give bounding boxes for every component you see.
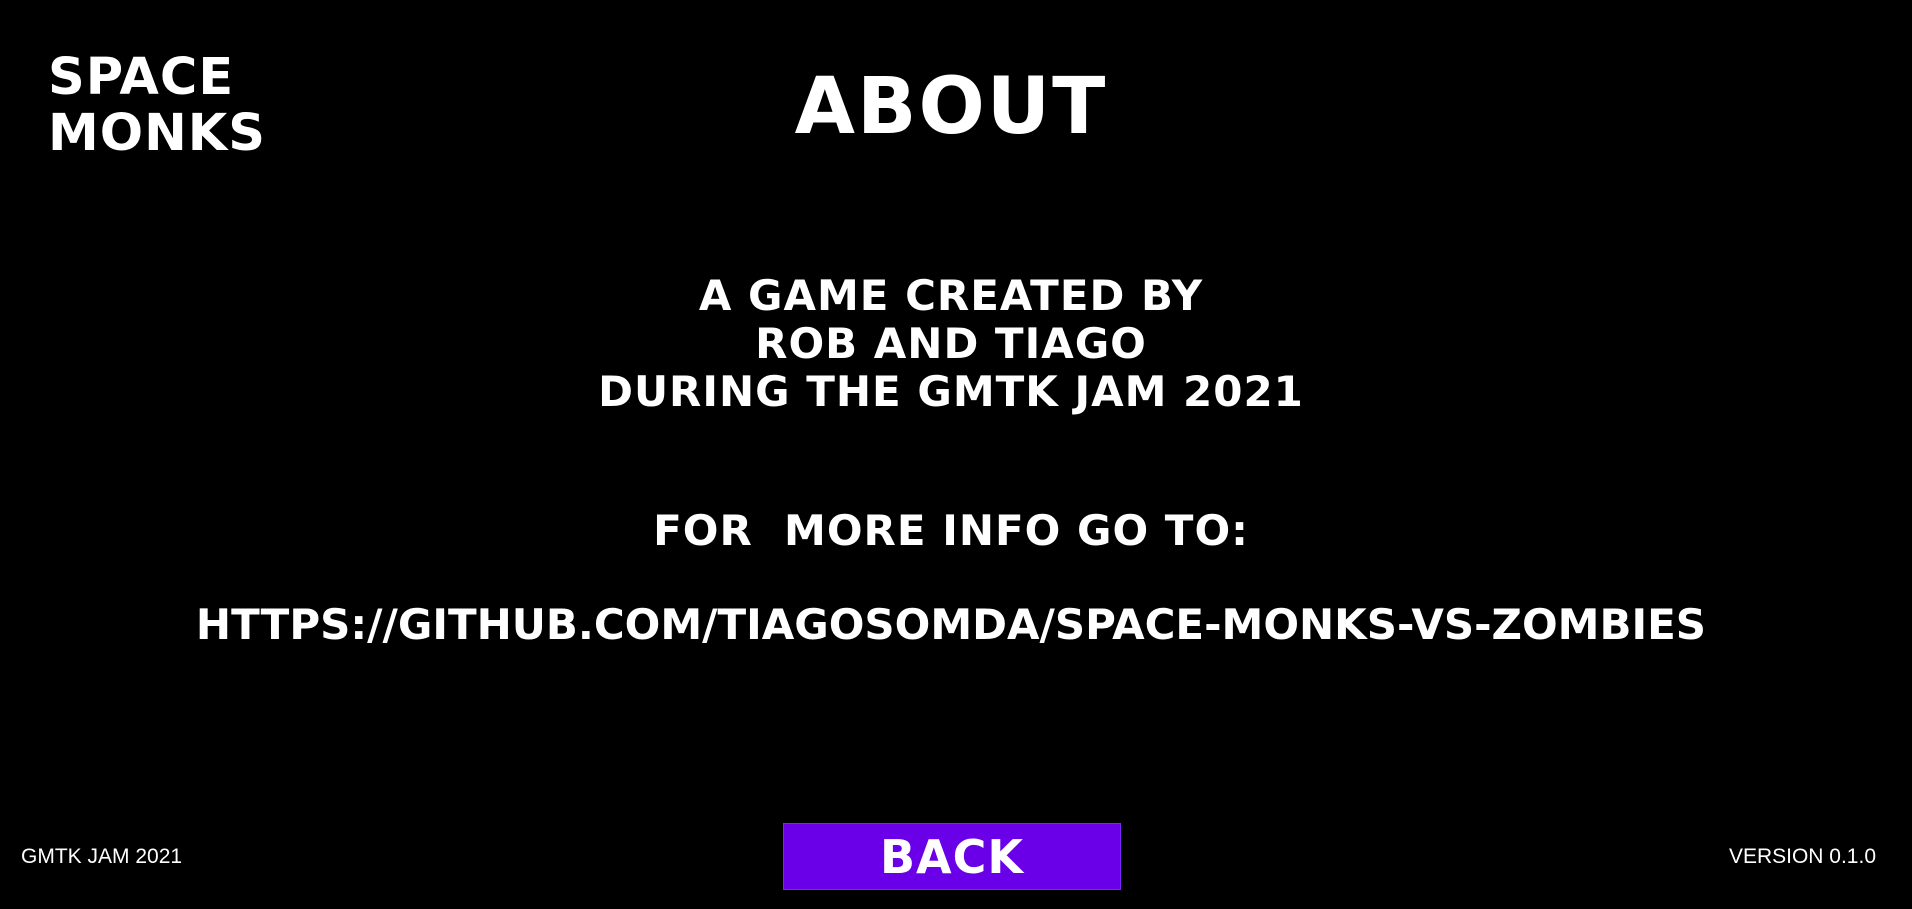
github-link[interactable]: HTTPS://GITHUB.COM/TIAGOSOMDA/SPACE-MONK…: [0, 598, 1902, 652]
version-label: VERSION 0.1.0: [1728, 845, 1876, 868]
jam-label: GMTK JAM 2021: [21, 845, 183, 868]
back-button-label: BACK: [879, 829, 1025, 884]
credits-text: A GAME CREATED BY ROB AND TIAGO DURING T…: [0, 272, 1902, 416]
credits-line-1: A GAME CREATED BY: [698, 271, 1204, 320]
more-info-label: FOR MORE INFO GO TO:: [653, 506, 1249, 555]
back-button[interactable]: BACK: [783, 823, 1121, 890]
credits-line-2: ROB AND TIAGO: [755, 319, 1147, 368]
page-title: ABOUT: [794, 62, 1108, 152]
credits-line-3: DURING THE GMTK JAM 2021: [598, 367, 1304, 416]
